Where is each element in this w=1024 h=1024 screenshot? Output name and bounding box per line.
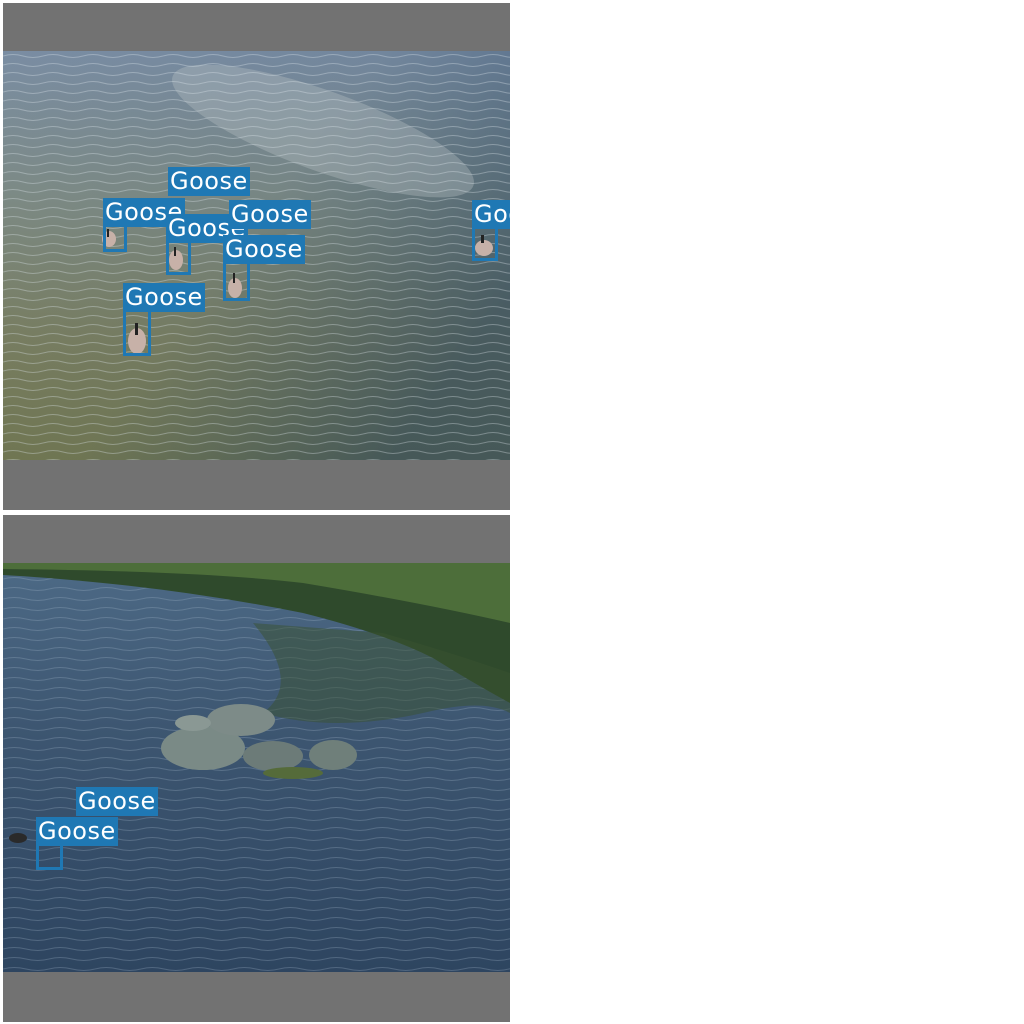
detection-box — [103, 224, 127, 252]
lake-photo-rocks-shoreline — [3, 563, 510, 972]
detection-label: Goose — [76, 787, 158, 816]
detection-box — [223, 261, 250, 301]
detection-label: Goose — [229, 200, 311, 229]
detection-label: Goose — [36, 817, 118, 846]
detection-label: Goose — [168, 167, 250, 196]
detection-box — [472, 226, 498, 261]
detection-box — [166, 240, 191, 275]
detection-box — [36, 843, 63, 870]
detection-label: Goose — [472, 200, 510, 229]
image-panel-top: Goose Goose Goose Goose Goose Goose Goos… — [3, 3, 510, 510]
image-panel-bottom: Goose Goose — [3, 515, 510, 1022]
detection-box — [123, 309, 151, 356]
detection-label: Goose — [223, 235, 305, 264]
detection-label: Goose — [123, 283, 205, 312]
